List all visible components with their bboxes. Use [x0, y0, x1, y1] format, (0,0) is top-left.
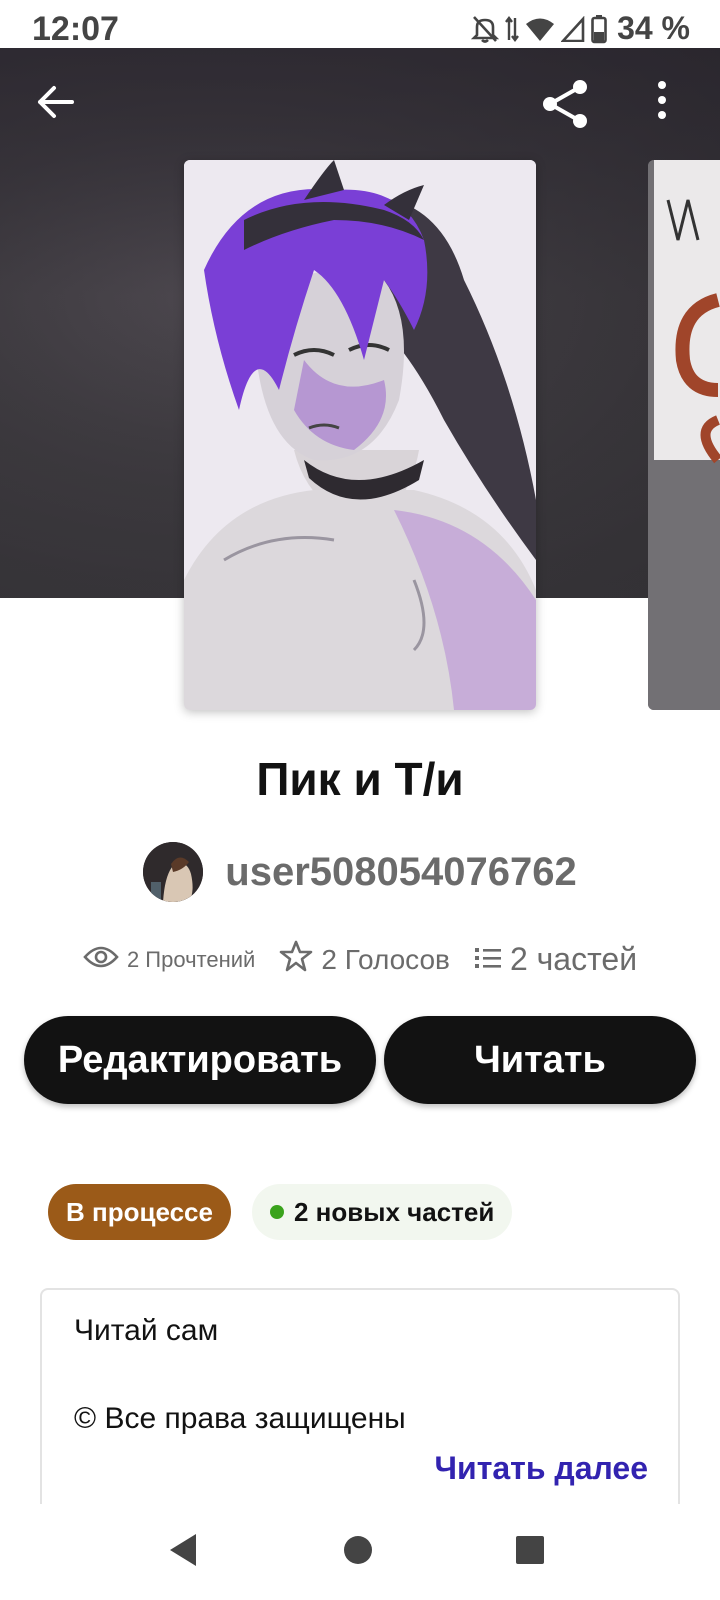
new-dot-icon — [270, 1205, 284, 1219]
status-bar: 12:07 34 % — [0, 0, 720, 48]
description-line: © Все права защищены — [74, 1402, 406, 1435]
edit-button[interactable]: Редактировать — [24, 1016, 376, 1104]
nav-home-icon[interactable] — [342, 1532, 374, 1573]
reads-count: 2 Прочтений — [126, 946, 256, 972]
next-story-cover-image[interactable] — [648, 160, 720, 710]
story-title: Пик и Т/и — [256, 753, 464, 805]
status-time: 12:07 — [32, 10, 119, 48]
next-cover-illustration — [648, 160, 720, 710]
data-arrows-icon — [505, 14, 520, 44]
description-line: Читай сам — [74, 1314, 219, 1347]
nav-back-icon[interactable] — [168, 1532, 200, 1573]
author-row[interactable]: user508054076762 — [0, 842, 720, 902]
system-navigation-bar — [0, 1504, 720, 1600]
battery-level: 34 % — [617, 10, 690, 46]
story-stats: 2 Прочтений 2 Голосов 2 частей — [0, 940, 720, 979]
bell-off-icon — [471, 14, 500, 44]
share-icon[interactable] — [540, 78, 592, 135]
back-arrow-icon[interactable] — [34, 80, 78, 129]
votes-count: 2 Голосов — [321, 943, 450, 975]
battery-icon — [591, 14, 607, 44]
eye-icon — [83, 945, 119, 975]
nav-recent-icon[interactable] — [514, 1532, 546, 1573]
signal-icon — [561, 15, 585, 42]
parts-stat: 2 частей — [474, 941, 637, 978]
parts-count: 2 частей — [509, 941, 638, 977]
wifi-icon — [525, 16, 555, 42]
star-icon — [279, 940, 313, 979]
story-cover-image[interactable] — [184, 160, 536, 710]
new-parts-badge: 2 новых частей — [252, 1184, 513, 1240]
cover-illustration — [184, 160, 536, 710]
votes-stat: 2 Голосов — [279, 940, 450, 979]
new-parts-label: 2 новых частей — [294, 1196, 495, 1227]
read-button[interactable]: Читать — [384, 1016, 696, 1104]
author-name[interactable]: user508054076762 — [225, 850, 576, 895]
author-avatar[interactable] — [143, 842, 204, 902]
read-more-link[interactable]: Читать далее — [435, 1450, 648, 1487]
description-card: Читай сам © Все права защищены Читать да… — [40, 1288, 680, 1504]
more-vertical-icon[interactable] — [656, 80, 668, 125]
reads-stat: 2 Прочтений — [83, 945, 255, 975]
list-icon — [474, 941, 502, 978]
status-badge: В процессе — [48, 1184, 231, 1240]
status-icons: 34 % — [471, 10, 690, 47]
